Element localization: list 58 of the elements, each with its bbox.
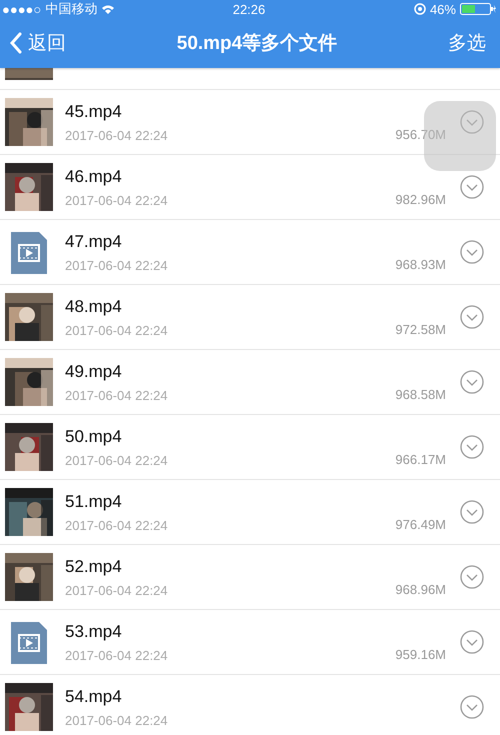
file-size: 972.58M — [395, 322, 446, 337]
file-date: 2017-06-04 22:24 — [65, 582, 169, 598]
expand-chevron-icon[interactable] — [460, 110, 484, 134]
file-date: 2017-06-04 22:24 — [65, 322, 169, 338]
file-row[interactable]: 52.mp4 2017-06-04 22:24 968.96M — [0, 545, 500, 610]
file-size: 968.58M — [395, 387, 446, 402]
file-size: 959.16M — [395, 647, 446, 662]
battery-percent: 46% — [430, 2, 456, 16]
expand-chevron-icon[interactable] — [460, 370, 484, 394]
file-name: 47.mp4 — [65, 232, 123, 252]
file-name: 48.mp4 — [65, 296, 123, 316]
file-date: 2017-06-04 22:24 — [65, 192, 169, 208]
file-date: 2017-06-04 22:24 — [65, 712, 169, 728]
expand-chevron-icon[interactable] — [460, 305, 484, 329]
file-row[interactable]: 50.mp4 2017-06-04 22:24 966.17M — [0, 415, 500, 480]
file-date: 2017-06-04 22:24 — [65, 648, 169, 662]
rotation-lock-icon — [414, 3, 426, 15]
file-row[interactable]: 53.mp4 2017-06-04 22:24 959.16M — [0, 610, 500, 675]
file-date: 2017-06-04 22:24 — [65, 128, 169, 142]
file-row[interactable]: 45.mp4 2017-06-04 22:24 956.70M — [0, 90, 500, 155]
file-date: 2017-06-04 22:24 — [65, 452, 169, 468]
file-size: 968.96M — [395, 582, 446, 597]
expand-chevron-icon[interactable] — [460, 500, 484, 524]
file-name: 53.mp4 — [65, 622, 123, 642]
file-row[interactable]: 48.mp4 2017-06-04 22:24 972.58M — [0, 285, 500, 350]
signal-indicator: ●●●●○ — [2, 2, 42, 16]
screen-title: 50.mp4等多个文件 — [176, 32, 338, 56]
back-chevron-icon — [10, 32, 22, 54]
file-name: 54.mp4 — [65, 686, 123, 706]
file-size: 968.93M — [395, 257, 446, 272]
file-size: 976.49M — [395, 517, 446, 532]
status-time: 22:26 — [232, 2, 266, 16]
file-row[interactable]: 51.mp4 2017-06-04 22:24 976.49M — [0, 480, 500, 545]
file-size: 956.70M — [395, 127, 446, 142]
file-row[interactable]: 47.mp4 2017-06-04 22:24 968.93M — [0, 220, 500, 285]
file-row[interactable]: 54.mp4 2017-06-04 22:24 — [0, 675, 500, 735]
file-date: 2017-06-04 22:24 — [65, 258, 169, 272]
file-name: 45.mp4 — [65, 102, 123, 122]
file-date: 2017-06-04 22:24 — [65, 388, 169, 402]
file-name: 51.mp4 — [65, 492, 123, 512]
expand-chevron-icon[interactable] — [460, 240, 484, 264]
file-date: 2017-06-04 22:24 — [65, 518, 169, 532]
wifi-icon — [101, 4, 116, 14]
file-name: 49.mp4 — [65, 362, 123, 382]
file-size: 966.17M — [395, 452, 446, 467]
file-row[interactable]: 49.mp4 2017-06-04 22:24 968.58M — [0, 350, 500, 415]
expand-chevron-icon[interactable] — [460, 630, 484, 654]
expand-chevron-icon[interactable] — [460, 435, 484, 459]
expand-chevron-icon[interactable] — [460, 565, 484, 589]
file-size: 982.96M — [395, 192, 446, 207]
expand-chevron-icon[interactable] — [460, 175, 484, 199]
file-name: 50.mp4 — [65, 426, 123, 446]
battery-icon — [460, 3, 496, 15]
file-row[interactable]: 46.mp4 2017-06-04 22:24 982.96M — [0, 155, 500, 220]
carrier-name: 中国移动 — [45, 0, 98, 18]
expand-chevron-icon[interactable] — [460, 695, 484, 719]
file-name: 52.mp4 — [65, 556, 123, 576]
file-name: 46.mp4 — [65, 166, 123, 186]
